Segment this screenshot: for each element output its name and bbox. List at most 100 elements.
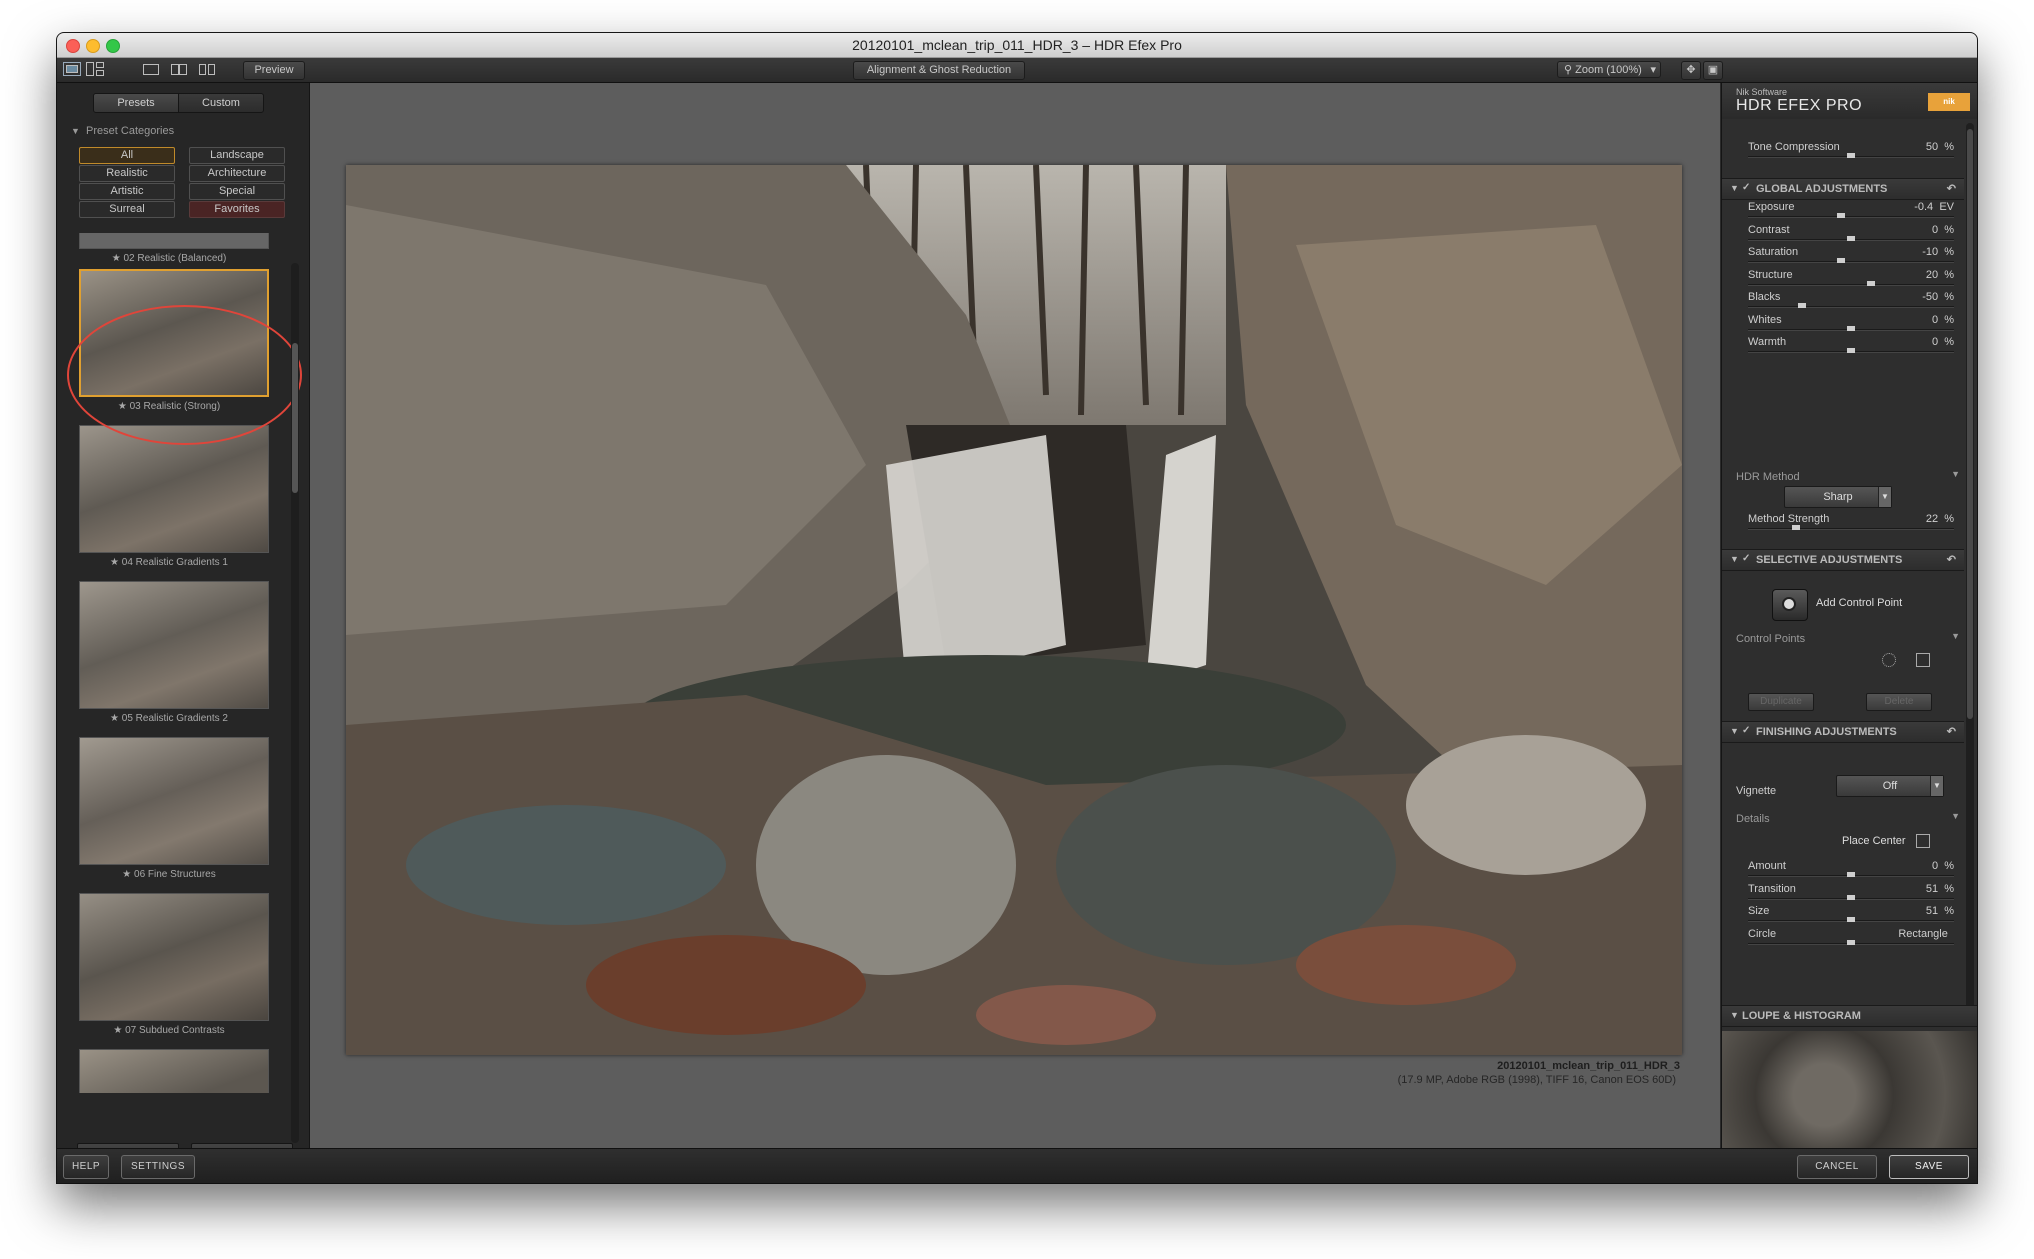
slider-thumb[interactable] (1847, 917, 1855, 922)
cancel-button[interactable]: CANCEL (1797, 1155, 1877, 1179)
slider-thumb[interactable] (1791, 525, 1800, 530)
image-canvas[interactable]: 20120101_mclean_trip_011_HDR_3 (17.9 MP,… (310, 83, 1720, 1173)
tab-custom[interactable]: Custom (178, 93, 264, 113)
control-point-icon (1782, 597, 1796, 611)
contrast-slider[interactable]: Contrast 0 % (1748, 222, 1954, 244)
add-control-point-button[interactable] (1772, 589, 1808, 621)
scrollbar-thumb[interactable] (1967, 129, 1973, 719)
duplicate-button[interactable]: Duplicate (1748, 693, 1814, 711)
slider-thumb[interactable] (1847, 348, 1855, 353)
scrollbar-thumb[interactable] (292, 343, 298, 493)
slider-thumb[interactable] (1847, 894, 1855, 900)
chevron-down-icon: ▼ (1930, 776, 1943, 796)
nik-logo: nik (1928, 93, 1970, 111)
preset-scrollbar[interactable] (291, 263, 299, 1143)
control-points-label: Control Points (1736, 633, 1806, 645)
slider-thumb[interactable] (1847, 872, 1855, 877)
delete-button[interactable]: Delete (1866, 693, 1932, 711)
hdr-method-dropdown[interactable]: Sharp ▼ (1784, 486, 1892, 508)
loupe-histogram-header[interactable]: ▼ LOUPE & HISTOGRAM (1722, 1005, 1977, 1027)
preset-thumbnail[interactable] (79, 581, 269, 709)
preset-thumbnail[interactable] (79, 1049, 269, 1093)
view-grid-icon[interactable] (86, 62, 104, 76)
tone-compression-slider[interactable]: Tone Compression 50 % (1748, 139, 1954, 161)
warmth-slider[interactable]: Warmth 0 % (1748, 334, 1954, 356)
tab-presets[interactable]: Presets (93, 93, 179, 113)
category-artistic[interactable]: Artistic (79, 183, 175, 200)
category-architecture[interactable]: Architecture (189, 165, 285, 182)
highlight-circle (67, 305, 302, 445)
finishing-adjustments-header[interactable]: ▼ ✓ FINISHING ADJUSTMENTS ↶ (1722, 721, 1964, 743)
selective-adjustments-header[interactable]: ▼ ✓ SELECTIVE ADJUSTMENTS ↶ (1722, 549, 1964, 571)
slider-thumb[interactable] (1847, 939, 1855, 945)
category-landscape[interactable]: Landscape (189, 147, 285, 164)
show-mask-icon[interactable] (1882, 653, 1896, 667)
place-center-icon[interactable] (1916, 834, 1930, 848)
vignette-dropdown[interactable]: Off ▼ (1836, 775, 1944, 797)
brand-company: Nik Software (1736, 87, 1788, 97)
slider-thumb[interactable] (1847, 153, 1855, 158)
slider-thumb[interactable] (1837, 258, 1846, 263)
adjustments-panel: Nik Software HDR EFEX PRO nik Tone Compr… (1721, 83, 1977, 1173)
chevron-down-icon[interactable]: ▼ (1951, 811, 1960, 821)
size-slider[interactable]: Size 51 % (1748, 903, 1954, 925)
view-filmstrip-icon[interactable] (63, 62, 81, 76)
preset-categories-label: Preset Categories (86, 125, 175, 137)
category-favorites[interactable]: Favorites (189, 201, 285, 218)
preset-label: ★ 07 Subdued Contrasts (113, 1025, 225, 1036)
preset-thumbnail[interactable] (79, 233, 269, 249)
reset-icon[interactable]: ↶ (1947, 182, 1956, 195)
preset-thumbnail[interactable] (79, 893, 269, 1021)
pan-icon[interactable]: ✥ (1681, 61, 1701, 80)
exposure-slider[interactable]: Exposure -0.4 EV (1748, 199, 1954, 221)
preset-label: ★ 06 Fine Structures (122, 869, 216, 880)
brand-product: HDR EFEX PRO (1736, 97, 1863, 114)
chevron-down-icon: ▼ (71, 126, 80, 136)
preset-thumbnail[interactable] (79, 737, 269, 865)
preview-button[interactable]: Preview (243, 61, 305, 80)
transition-slider[interactable]: Transition 51 % (1748, 881, 1954, 903)
preset-label: ★ 04 Realistic Gradients 1 (110, 557, 228, 568)
search-icon: ⚲ (1564, 64, 1573, 76)
hdr-photo[interactable] (346, 165, 1682, 1055)
checkbox-icon[interactable]: ✓ (1742, 182, 1750, 193)
place-center-label: Place Center (1842, 835, 1906, 847)
category-all[interactable]: All (79, 147, 175, 164)
saturation-slider[interactable]: Saturation -10 % (1748, 244, 1954, 266)
category-realistic[interactable]: Realistic (79, 165, 175, 182)
checkbox-icon[interactable]: ✓ (1742, 725, 1750, 736)
chevron-down-icon[interactable]: ▼ (1951, 631, 1960, 641)
slider-thumb[interactable] (1866, 280, 1875, 286)
zoom-dropdown[interactable]: ⚲ Zoom (100%) ▾ (1557, 61, 1661, 78)
circle-slider[interactable]: Circle Rectangle (1748, 926, 1954, 948)
structure-slider[interactable]: Structure 20 % (1748, 267, 1954, 289)
amount-slider[interactable]: Amount 0 % (1748, 858, 1954, 880)
global-adjustments-header[interactable]: ▼ ✓ GLOBAL ADJUSTMENTS ↶ (1722, 178, 1964, 200)
help-button[interactable]: HELP (63, 1155, 109, 1179)
adjustments-scrollbar[interactable] (1966, 123, 1974, 1013)
category-surreal[interactable]: Surreal (79, 201, 175, 218)
slider-thumb[interactable] (1797, 303, 1806, 308)
single-view-icon[interactable] (143, 62, 161, 76)
save-button[interactable]: SAVE (1889, 1155, 1969, 1179)
slider-thumb[interactable] (1837, 213, 1846, 218)
preset-categories-header[interactable]: ▼ Preset Categories (71, 125, 174, 137)
reset-icon[interactable]: ↶ (1947, 725, 1956, 738)
blacks-slider[interactable]: Blacks -50 % (1748, 289, 1954, 311)
reset-icon[interactable]: ↶ (1947, 553, 1956, 566)
slider-thumb[interactable] (1847, 235, 1855, 241)
navigator-icon[interactable]: ▣ (1703, 61, 1723, 80)
grid-icon[interactable] (1916, 653, 1930, 667)
category-special[interactable]: Special (189, 183, 285, 200)
side-by-side-icon[interactable] (199, 62, 217, 76)
chevron-down-icon[interactable]: ▼ (1951, 469, 1960, 479)
whites-slider[interactable]: Whites 0 % (1748, 312, 1954, 334)
brand-header: Nik Software HDR EFEX PRO nik (1722, 83, 1977, 119)
settings-button[interactable]: SETTINGS (121, 1155, 195, 1179)
alignment-ghost-button[interactable]: Alignment & Ghost Reduction (853, 61, 1025, 80)
checkbox-icon[interactable]: ✓ (1742, 553, 1750, 564)
slider-thumb[interactable] (1847, 325, 1855, 331)
method-strength-slider[interactable]: Method Strength 22 % (1748, 511, 1954, 533)
chevron-down-icon: ▼ (1730, 1010, 1739, 1020)
split-view-icon[interactable] (171, 62, 189, 76)
